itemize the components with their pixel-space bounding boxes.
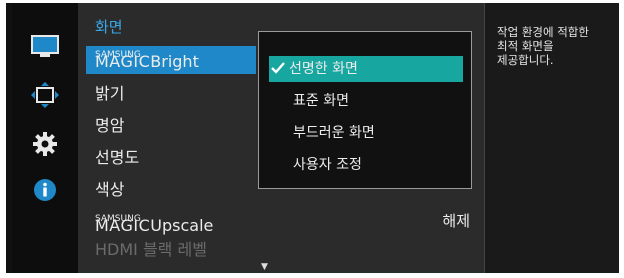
brand-prefix: SAMSUNG <box>95 50 141 60</box>
gear-icon[interactable] <box>29 130 61 158</box>
menu-item-magic-upscale[interactable]: SAMSUNG MAGICUpscale <box>95 212 213 235</box>
magic-bright-label: SAMSUNG MAGICBright <box>95 50 199 72</box>
help-text: 작업 환경에 적합한 최적 화면을 제공합니다. <box>497 25 589 67</box>
monitor-icon[interactable] <box>29 33 61 61</box>
option-label: 선명한 화면 <box>289 61 358 77</box>
option-vivid[interactable]: 선명한 화면 <box>269 56 463 82</box>
magic-upscale-value: 해제 <box>442 212 470 230</box>
magic-bright-options: 선명한 화면 표준 화면 부드러운 화면 사용자 조정 <box>258 31 472 189</box>
feature-name: Bright <box>150 52 199 71</box>
menu-item-contrast[interactable]: 명암 <box>95 116 124 136</box>
icon-sidebar <box>12 3 78 273</box>
info-icon[interactable] <box>29 176 61 204</box>
menu-title: 화면 <box>95 18 123 36</box>
position-icon[interactable] <box>29 81 61 109</box>
menu-item-hdmi-black-level: HDMI 블랙 레벨 <box>95 240 207 259</box>
feature-name: Upscale <box>150 216 214 235</box>
brand-prefix: SAMSUNG <box>95 214 141 224</box>
scroll-down-icon[interactable]: ▼ <box>261 262 268 272</box>
menu-item-sharpness[interactable]: 선명도 <box>95 148 139 168</box>
option-standard[interactable]: 표준 화면 <box>269 88 463 114</box>
option-soft[interactable]: 부드러운 화면 <box>269 120 463 146</box>
menu-item-color[interactable]: 색상 <box>95 180 124 200</box>
menu-item-brightness[interactable]: 밝기 <box>95 84 124 104</box>
menu-item-magic-bright[interactable]: SAMSUNG MAGICBright <box>86 46 256 74</box>
option-custom[interactable]: 사용자 조정 <box>269 152 463 178</box>
magic-upscale-label: SAMSUNG MAGICUpscale <box>95 214 214 236</box>
checkmark-icon <box>271 62 285 74</box>
help-panel: 작업 환경에 적합한 최적 화면을 제공합니다. <box>484 3 619 273</box>
